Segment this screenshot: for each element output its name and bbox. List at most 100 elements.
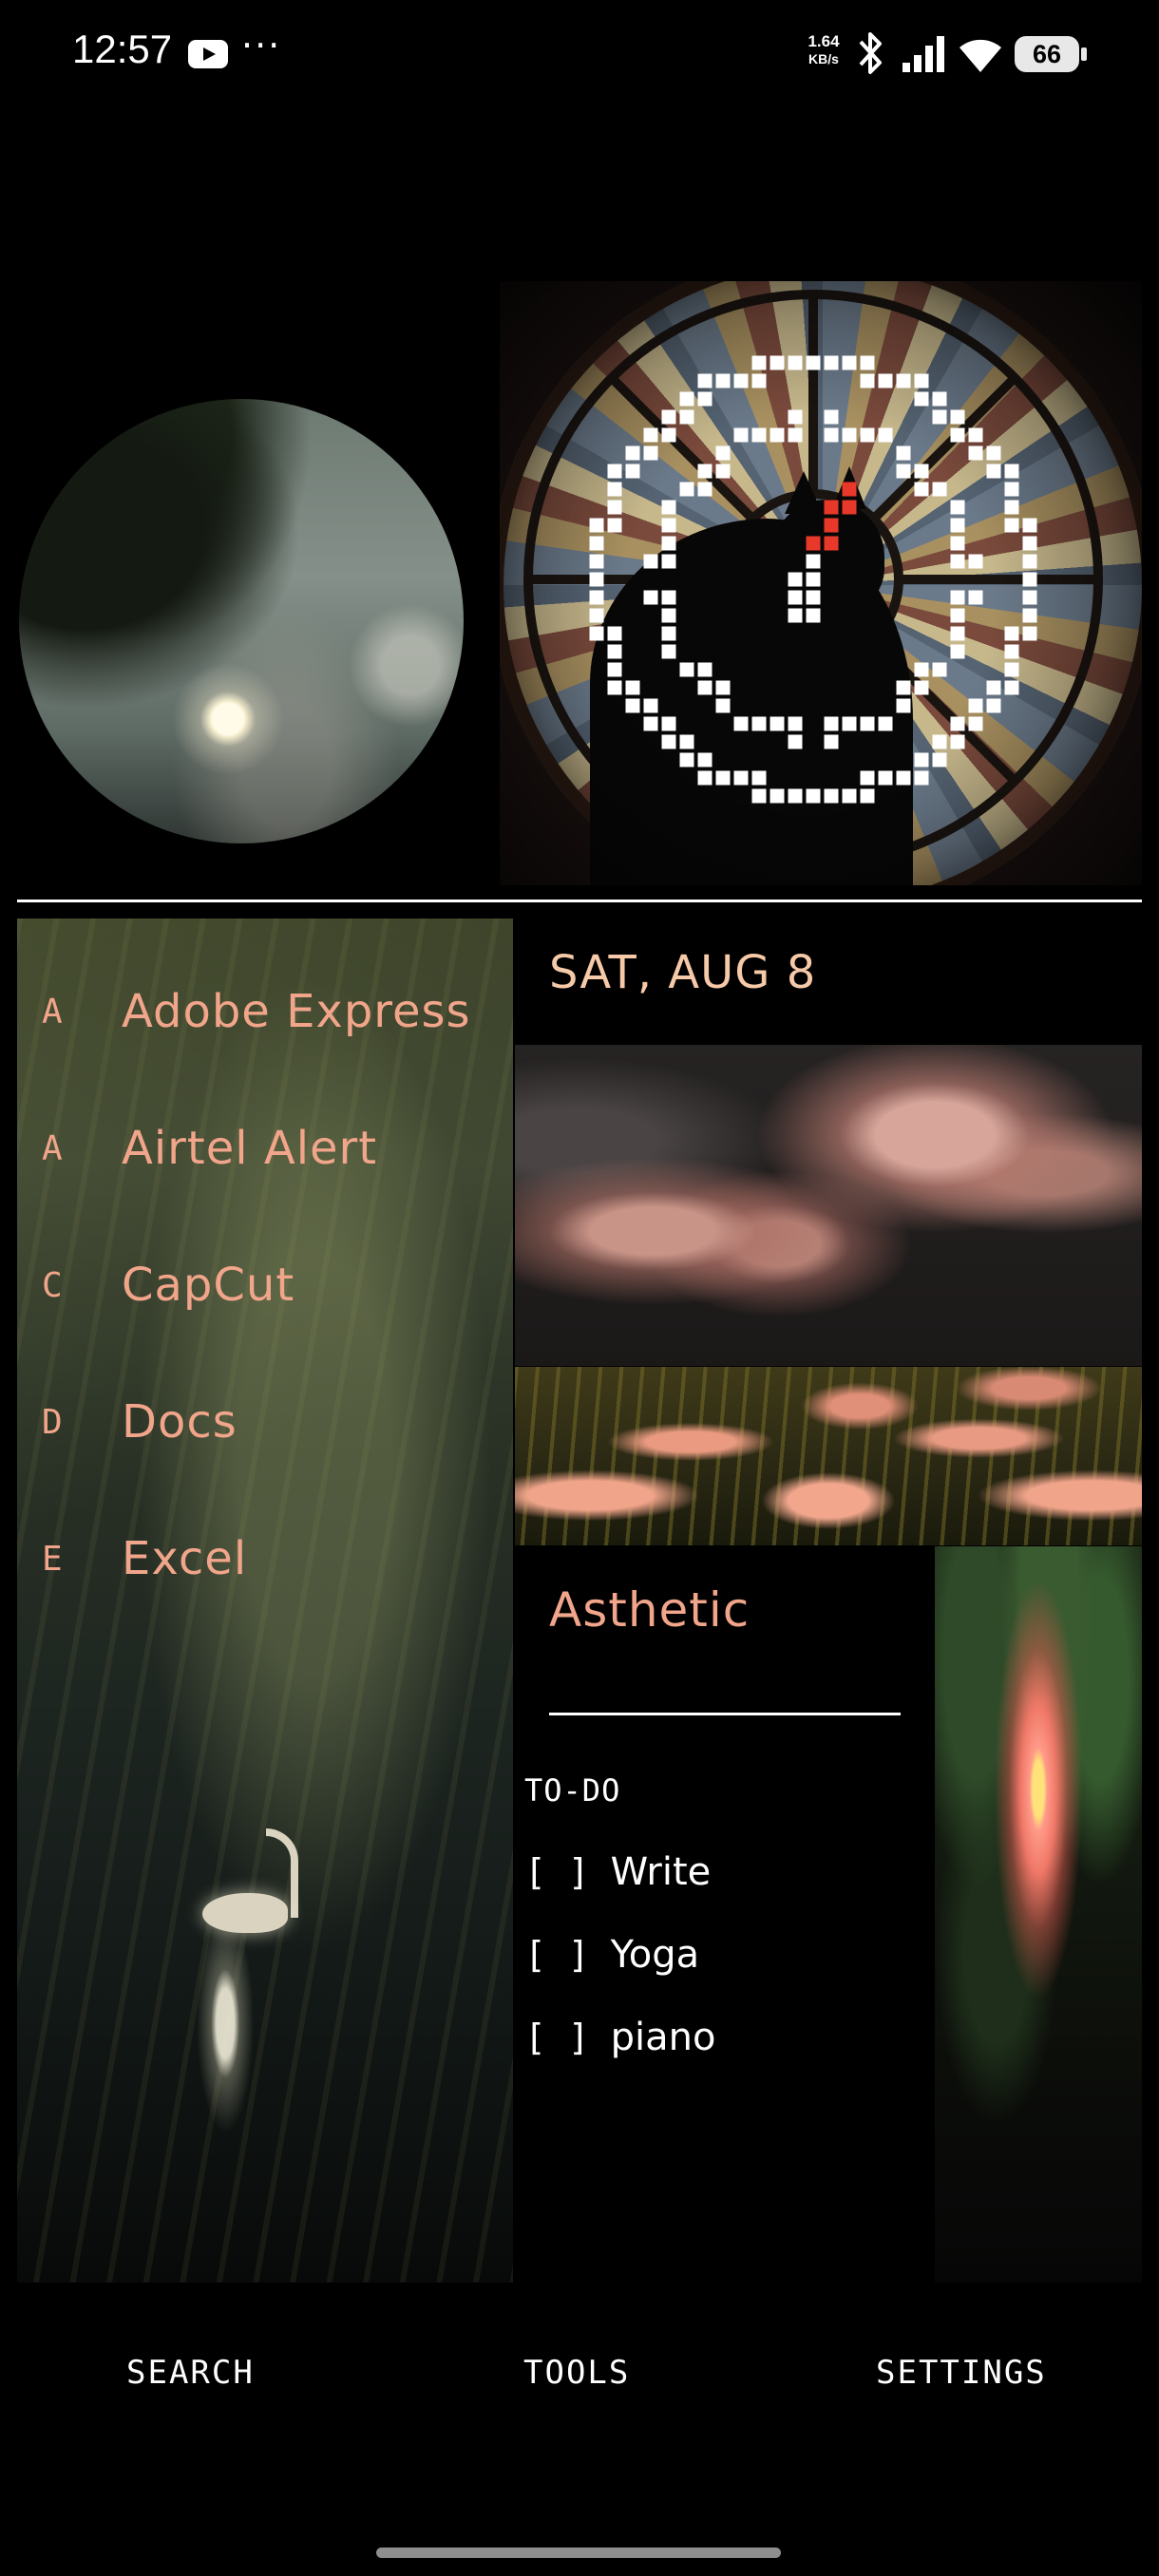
- clock-pixel: [878, 716, 893, 731]
- clock-pixel: [697, 680, 712, 695]
- clock-hour-hand-pixel: [788, 590, 803, 605]
- clock-pixel: [589, 608, 604, 623]
- app-letter: A: [42, 1128, 63, 1168]
- todo-item-piano[interactable]: [ ] piano: [524, 2016, 715, 2059]
- clock-pixel: [697, 391, 712, 407]
- clock-pixel: [661, 409, 676, 425]
- app-item-adobe-express[interactable]: A Adobe Express: [42, 974, 471, 1050]
- clock-pixel: [968, 427, 983, 443]
- clock-pixel: [661, 644, 676, 659]
- clock-pixel: [1004, 680, 1019, 695]
- clock-pixel: [1022, 572, 1037, 587]
- checkbox[interactable]: [ ]: [524, 2017, 590, 2058]
- clock-pixel: [950, 536, 965, 551]
- clock-hour-hand-pixel: [806, 608, 821, 623]
- clock-hour-hand-pixel: [806, 590, 821, 605]
- clock-pixel: [914, 680, 929, 695]
- clock-pixel: [770, 427, 785, 443]
- clock-pixel: [1004, 482, 1019, 497]
- signal-icon: [902, 36, 944, 72]
- clock-pixel: [932, 662, 947, 677]
- clock-pixel: [661, 554, 676, 569]
- clock-pixel: [715, 445, 731, 461]
- clock-pixel: [896, 464, 911, 479]
- clock-pixel: [1022, 626, 1037, 641]
- clock-pixel: [914, 464, 929, 479]
- swan-body: [202, 1893, 288, 1933]
- tools-button[interactable]: TOOLS: [523, 2354, 630, 2392]
- clock-pixel: [1004, 464, 1019, 479]
- youtube-icon: [188, 40, 228, 68]
- bluetooth-icon: [859, 32, 882, 74]
- clock-pixel: [842, 427, 857, 443]
- net-speed-value: 1.64: [808, 32, 840, 50]
- app-item-docs[interactable]: D Docs: [42, 1384, 238, 1460]
- clock-pixel: [860, 427, 875, 443]
- tulips-photo: [515, 1367, 1142, 1545]
- home-indicator[interactable]: [376, 2548, 781, 2558]
- clock-pixel: [589, 518, 604, 533]
- clock-pixel: [932, 391, 947, 407]
- clock-pixel: [950, 518, 965, 533]
- clock-pixel: [860, 716, 875, 731]
- clock-pixel: [860, 373, 875, 388]
- clock-pixel: [589, 554, 604, 569]
- app-item-excel[interactable]: E Excel: [42, 1521, 247, 1597]
- clock-pixel: [715, 770, 731, 786]
- clock-pixel: [986, 698, 1001, 713]
- clock-pixel: [914, 752, 929, 767]
- clock-pixel: [661, 590, 676, 605]
- clock-pixel: [715, 464, 731, 479]
- app-letter: E: [42, 1539, 63, 1579]
- clock-pixel: [788, 734, 803, 749]
- clock-pixel: [661, 427, 676, 443]
- clock-widget[interactable]: [500, 281, 1142, 885]
- clock-pixel: [607, 518, 622, 533]
- clock-pixel: [788, 355, 803, 370]
- clock-pixel: [661, 716, 676, 731]
- clock-pixel: [878, 427, 893, 443]
- clock-pixel: [589, 572, 604, 587]
- date-widget[interactable]: SAT, AUG 8: [549, 946, 816, 999]
- clock-hour-hand-pixel: [788, 608, 803, 623]
- todo-item-yoga[interactable]: [ ] Yoga: [524, 1933, 699, 1977]
- clock-pixel: [733, 716, 749, 731]
- clock-minute-hand-pixel: [824, 518, 839, 533]
- search-button[interactable]: SEARCH: [126, 2354, 255, 2392]
- clock-pixel: [824, 355, 839, 370]
- clock-pixel: [715, 680, 731, 695]
- clock-pixel: [788, 409, 803, 425]
- note-title[interactable]: Asthetic: [549, 1582, 750, 1638]
- clock-pixel: [968, 445, 983, 461]
- app-letter: C: [42, 1265, 63, 1305]
- clock-hour-hand-pixel: [806, 572, 821, 587]
- clock-pixel: [770, 788, 785, 804]
- clock-pixel: [733, 770, 749, 786]
- clock-pixel: [968, 716, 983, 731]
- clock-pixel: [1022, 590, 1037, 605]
- app-item-capcut[interactable]: C CapCut: [42, 1247, 294, 1323]
- pixel-clock-face: [589, 355, 1037, 804]
- moon-painting-widget[interactable]: [19, 399, 464, 843]
- app-item-airtel-alert[interactable]: A Airtel Alert: [42, 1110, 377, 1186]
- clock-pixel: [751, 716, 767, 731]
- clock-pixel: [896, 698, 911, 713]
- clock-pixel: [824, 734, 839, 749]
- todo-text: piano: [610, 2016, 716, 2059]
- clock-pixel: [697, 752, 712, 767]
- divider: [17, 900, 1142, 902]
- clock-pixel: [625, 698, 640, 713]
- clock-pixel: [643, 716, 658, 731]
- clock-pixel: [625, 464, 640, 479]
- clock-pixel: [914, 482, 929, 497]
- clock-pixel: [643, 698, 658, 713]
- clock-pixel: [589, 626, 604, 641]
- todo-item-write[interactable]: [ ] Write: [524, 1850, 711, 1894]
- settings-button[interactable]: SETTINGS: [876, 2354, 1047, 2392]
- checkbox[interactable]: [ ]: [524, 1934, 590, 1976]
- clock-pixel: [950, 626, 965, 641]
- clock-pixel: [950, 590, 965, 605]
- checkbox[interactable]: [ ]: [524, 1851, 590, 1893]
- clock-pixel: [986, 464, 1001, 479]
- clock-minute-hand-pixel: [824, 500, 839, 515]
